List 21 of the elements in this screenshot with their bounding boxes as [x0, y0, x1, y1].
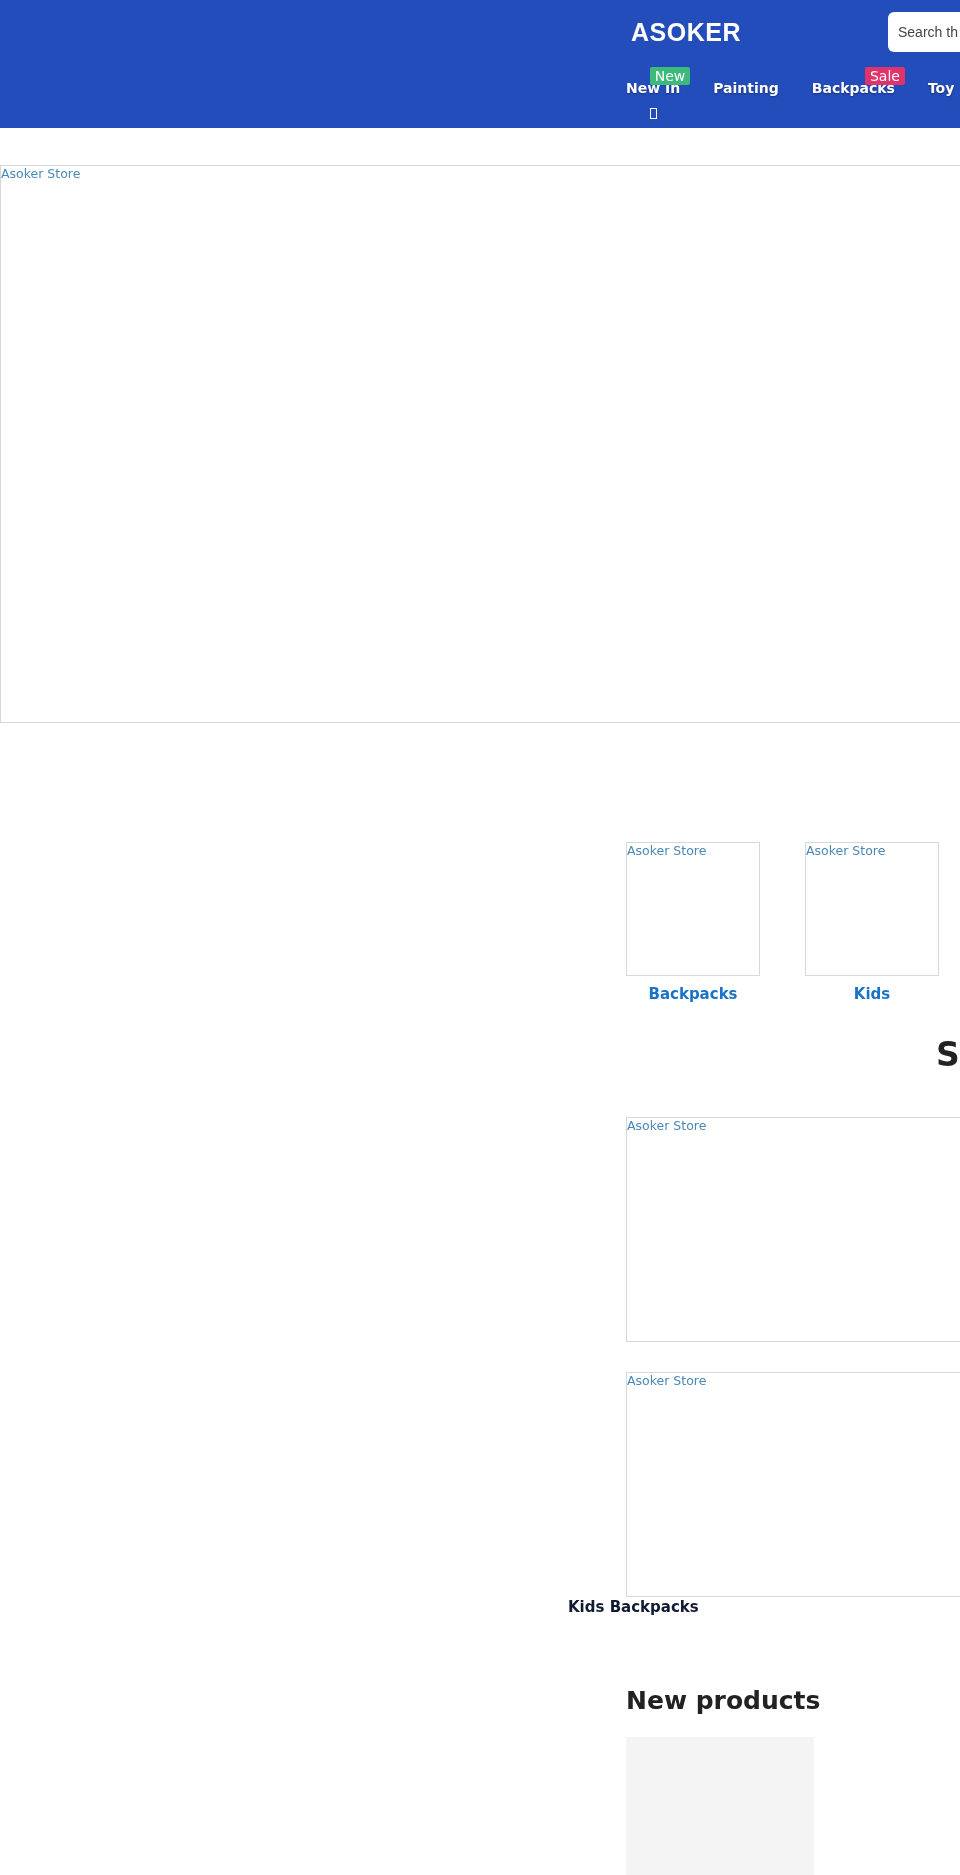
section-heading: S — [936, 1034, 960, 1076]
nav-link[interactable]: Painting — [713, 80, 779, 96]
category-link[interactable]: Kids — [853, 985, 891, 1003]
image-placeholder[interactable]: Asoker Store — [805, 842, 939, 976]
logo[interactable]: ASOKER — [631, 17, 741, 47]
nav-badge: New — [649, 67, 691, 85]
image-placeholder[interactable]: Asoker Store — [626, 842, 760, 976]
nav-link[interactable]: Toy — [927, 80, 955, 96]
alt-text: Asoker Store — [806, 843, 886, 858]
alt-text: Asoker Store — [627, 1118, 707, 1133]
image-placeholder[interactable]: Asoker Store — [626, 1372, 960, 1597]
category-link[interactable]: Backpacks — [648, 985, 738, 1003]
section-heading: New products — [626, 1685, 822, 1717]
nav-badge: Sale — [864, 67, 905, 85]
banner-caption[interactable]: Kids Backpacks — [568, 1597, 699, 1617]
missing-glyph-icon — [649, 108, 657, 119]
search-field[interactable]: Search th — [888, 12, 960, 52]
alt-text: Asoker Store — [1, 166, 81, 181]
image-placeholder[interactable]: Asoker Store — [626, 1117, 960, 1342]
alt-text: Asoker Store — [627, 843, 707, 858]
alt-text: Asoker Store — [627, 1373, 707, 1388]
